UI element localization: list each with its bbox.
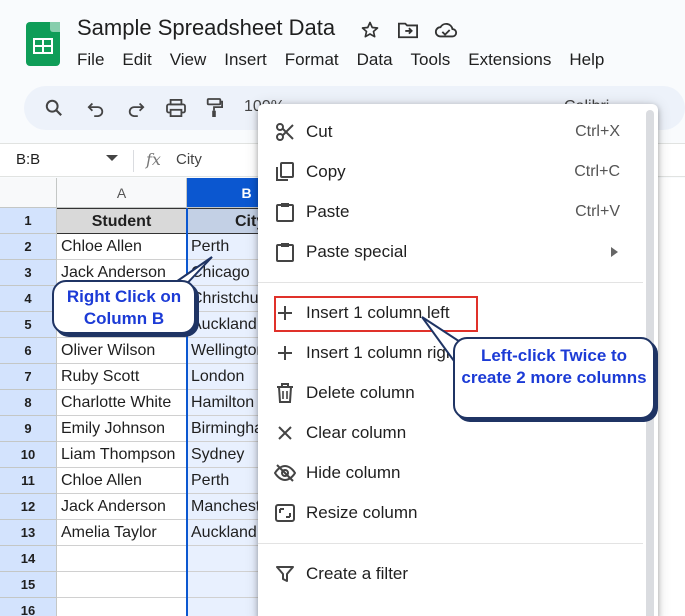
table-cell[interactable]: Charlotte White	[57, 390, 187, 416]
menu-item-label: Paste	[306, 202, 349, 222]
row-header[interactable]: 1	[0, 208, 57, 234]
row-header[interactable]: 3	[0, 260, 57, 286]
callout-left-click: Left-click Twice to create 2 more column…	[453, 337, 655, 419]
eye-off-icon	[274, 462, 296, 484]
menu-extensions[interactable]: Extensions	[468, 50, 551, 70]
table-cell[interactable]	[57, 598, 187, 616]
row-header[interactable]: 4	[0, 286, 57, 312]
redo-icon[interactable]	[124, 96, 148, 120]
filter-icon	[274, 563, 296, 585]
table-cell[interactable]: Chloe Allen	[57, 468, 187, 494]
menu-data[interactable]: Data	[357, 50, 393, 70]
plus-icon	[274, 342, 296, 364]
row-header[interactable]: 10	[0, 442, 57, 468]
menu-item-shortcut: Ctrl+C	[574, 163, 620, 181]
row-header[interactable]: 12	[0, 494, 57, 520]
table-cell[interactable]: Amelia Taylor	[57, 520, 187, 546]
menu-insert[interactable]: Insert	[224, 50, 267, 70]
menu-help[interactable]: Help	[569, 50, 604, 70]
star-icon[interactable]	[358, 18, 382, 42]
sheets-logo-icon[interactable]	[26, 22, 60, 66]
menu-item-shortcut: Ctrl+X	[575, 123, 620, 141]
close-icon	[274, 422, 296, 444]
cloud-saved-icon[interactable]	[434, 18, 458, 42]
menu-item-paste-special[interactable]: Paste special	[258, 232, 650, 272]
column-header-a[interactable]: A	[57, 178, 187, 208]
menu-item-hide-column[interactable]: Hide column	[258, 453, 650, 493]
name-box[interactable]: B:B	[16, 151, 40, 168]
menu-item-label: Clear column	[306, 423, 406, 443]
chevron-down-icon[interactable]	[106, 155, 118, 161]
menu-tools[interactable]: Tools	[411, 50, 451, 70]
fx-icon: fx	[146, 150, 161, 169]
callout-right-click: Right Click on Column B	[52, 280, 196, 334]
menu-item-label: Hide column	[306, 463, 401, 483]
row-header[interactable]: 8	[0, 390, 57, 416]
menu-item-label: Create a filter	[306, 564, 408, 584]
row-header[interactable]: 13	[0, 520, 57, 546]
menu-file[interactable]: File	[77, 50, 104, 70]
menu-item-label: Delete column	[306, 383, 415, 403]
row-header[interactable]: 11	[0, 468, 57, 494]
table-cell[interactable]: Ruby Scott	[57, 364, 187, 390]
row-header[interactable]: 2	[0, 234, 57, 260]
row-header[interactable]: 5	[0, 312, 57, 338]
undo-icon[interactable]	[84, 96, 108, 120]
menu-item-resize-column[interactable]: Resize column	[258, 493, 650, 533]
row-header[interactable]: 16	[0, 598, 57, 616]
row-header[interactable]: 9	[0, 416, 57, 442]
row-header[interactable]: 15	[0, 572, 57, 598]
menu-item-cut[interactable]: Cut Ctrl+X	[258, 112, 650, 152]
menu-separator	[258, 543, 643, 544]
table-cell[interactable]: Jack Anderson	[57, 494, 187, 520]
resize-icon	[274, 502, 296, 524]
divider	[133, 150, 134, 172]
table-cell[interactable]: Oliver Wilson	[57, 338, 187, 364]
paste-icon	[274, 201, 296, 223]
menu-bar: File Edit View Insert Format Data Tools …	[77, 50, 622, 70]
table-cell[interactable]	[57, 546, 187, 572]
menu-item-copy[interactable]: Copy Ctrl+C	[258, 152, 650, 192]
menu-item-paste[interactable]: Paste Ctrl+V	[258, 192, 650, 232]
submenu-arrow-icon	[611, 247, 618, 257]
document-title[interactable]: Sample Spreadsheet Data	[77, 15, 335, 41]
table-cell[interactable]: Emily Johnson	[57, 416, 187, 442]
search-icon[interactable]	[42, 96, 66, 120]
row-header[interactable]: 7	[0, 364, 57, 390]
copy-icon	[274, 161, 296, 183]
menu-item-label: Copy	[306, 162, 346, 182]
row-header[interactable]: 14	[0, 546, 57, 572]
menu-format[interactable]: Format	[285, 50, 339, 70]
menu-item-label: Paste special	[306, 242, 407, 262]
formula-input[interactable]: City	[176, 151, 202, 168]
trash-icon	[274, 382, 296, 404]
menu-view[interactable]: View	[170, 50, 207, 70]
menu-item-shortcut: Ctrl+V	[575, 203, 620, 221]
table-cell[interactable]: Liam Thompson	[57, 442, 187, 468]
paste-special-icon	[274, 241, 296, 263]
print-icon[interactable]	[164, 96, 188, 120]
scissors-icon	[274, 121, 296, 143]
select-all-corner[interactable]	[0, 178, 57, 208]
menu-separator	[258, 282, 643, 283]
header-cell-student[interactable]: Student	[57, 208, 187, 234]
menu-item-label: Cut	[306, 122, 332, 142]
menu-item-label: Resize column	[306, 503, 418, 523]
move-folder-icon[interactable]	[396, 18, 420, 42]
menu-item-create-filter[interactable]: Create a filter	[258, 554, 650, 594]
menu-item-clear-column[interactable]: Clear column	[258, 413, 650, 453]
menu-edit[interactable]: Edit	[122, 50, 151, 70]
row-header[interactable]: 6	[0, 338, 57, 364]
table-cell[interactable]	[57, 572, 187, 598]
paint-format-icon[interactable]	[202, 96, 226, 120]
